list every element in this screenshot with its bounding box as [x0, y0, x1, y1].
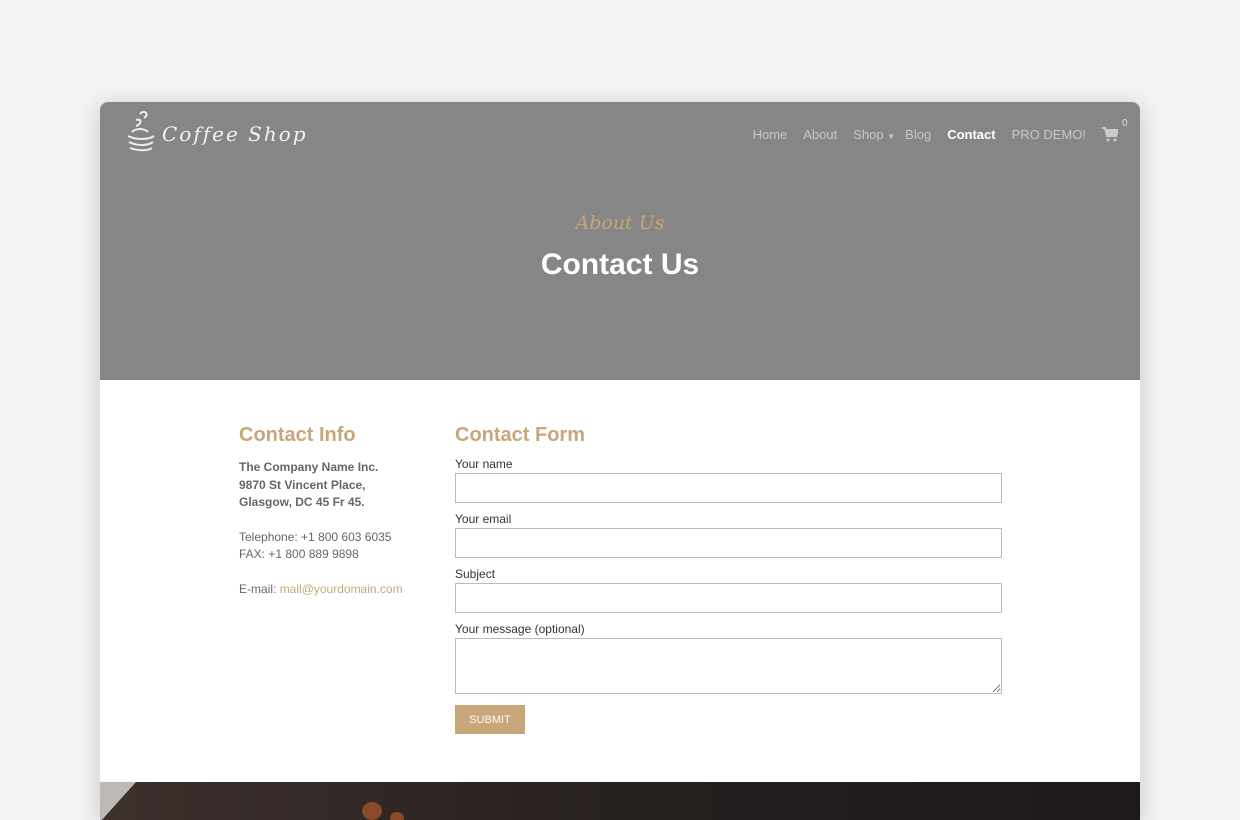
message-textarea[interactable]	[455, 638, 1002, 694]
browser-window: Coffee Shop Home About Shop ▼ Blog Conta…	[100, 102, 1140, 820]
contact-form-heading: Contact Form	[455, 424, 585, 446]
logo[interactable]: Coffee Shop	[124, 108, 308, 154]
cart-icon	[1102, 127, 1120, 142]
nav-shop-label: Shop	[853, 126, 884, 142]
address-line-2: Glasgow, DC 45 Fr 45.	[239, 495, 365, 509]
nav-blog[interactable]: Blog	[905, 127, 931, 142]
name-label: Your name	[455, 457, 513, 471]
email-label: Your email	[455, 512, 512, 526]
coffee-bean	[390, 812, 404, 820]
subject-input[interactable]	[455, 583, 1002, 613]
company-name: The Company Name Inc.	[239, 460, 379, 474]
nav-about[interactable]: About	[803, 127, 837, 142]
hero-subtitle: About Us	[575, 212, 665, 234]
page-title: Contact Us	[540, 248, 700, 281]
logo-text: Coffee Shop	[162, 122, 308, 146]
contact-info: Contact Info The Company Name Inc. 9870 …	[239, 424, 439, 598]
cart-button[interactable]: 0	[1102, 118, 1128, 142]
email-input[interactable]	[455, 528, 1002, 558]
nav-home[interactable]: Home	[753, 127, 788, 142]
nav-contact[interactable]: Contact	[947, 127, 995, 142]
footer-decoration	[100, 782, 136, 820]
contact-info-heading: Contact Info	[239, 424, 356, 446]
message-label: Your message (optional)	[455, 622, 585, 636]
coffee-cup-icon	[127, 110, 155, 152]
coffee-bean	[362, 802, 382, 820]
nav-pro-demo[interactable]: PRO DEMO!	[1012, 127, 1086, 142]
caret-down-icon: ▼	[887, 131, 896, 141]
contact-form: Contact Form Your name Your email Subjec…	[455, 424, 1003, 734]
email-label: E-mail:	[239, 581, 277, 596]
footer-image	[100, 782, 1140, 820]
cart-count: 0	[1122, 118, 1128, 129]
name-input[interactable]	[455, 473, 1002, 503]
hero-header: Coffee Shop Home About Shop ▼ Blog Conta…	[100, 102, 1140, 380]
address-line-1: 9870 St Vincent Place,	[239, 477, 366, 492]
email-line: E-mail: mail@yourdomain.com	[239, 581, 439, 599]
submit-button[interactable]: SUBMIT	[455, 705, 525, 734]
subject-label: Subject	[455, 567, 496, 581]
nav-shop[interactable]: Shop ▼	[853, 127, 895, 142]
telephone: Telephone: +1 800 603 6035	[239, 529, 392, 544]
fax: FAX: +1 800 889 9898	[239, 547, 359, 561]
main-nav: Home About Shop ▼ Blog Contact PRO DEMO!…	[753, 118, 1128, 142]
email-link[interactable]: mail@yourdomain.com	[280, 582, 403, 596]
